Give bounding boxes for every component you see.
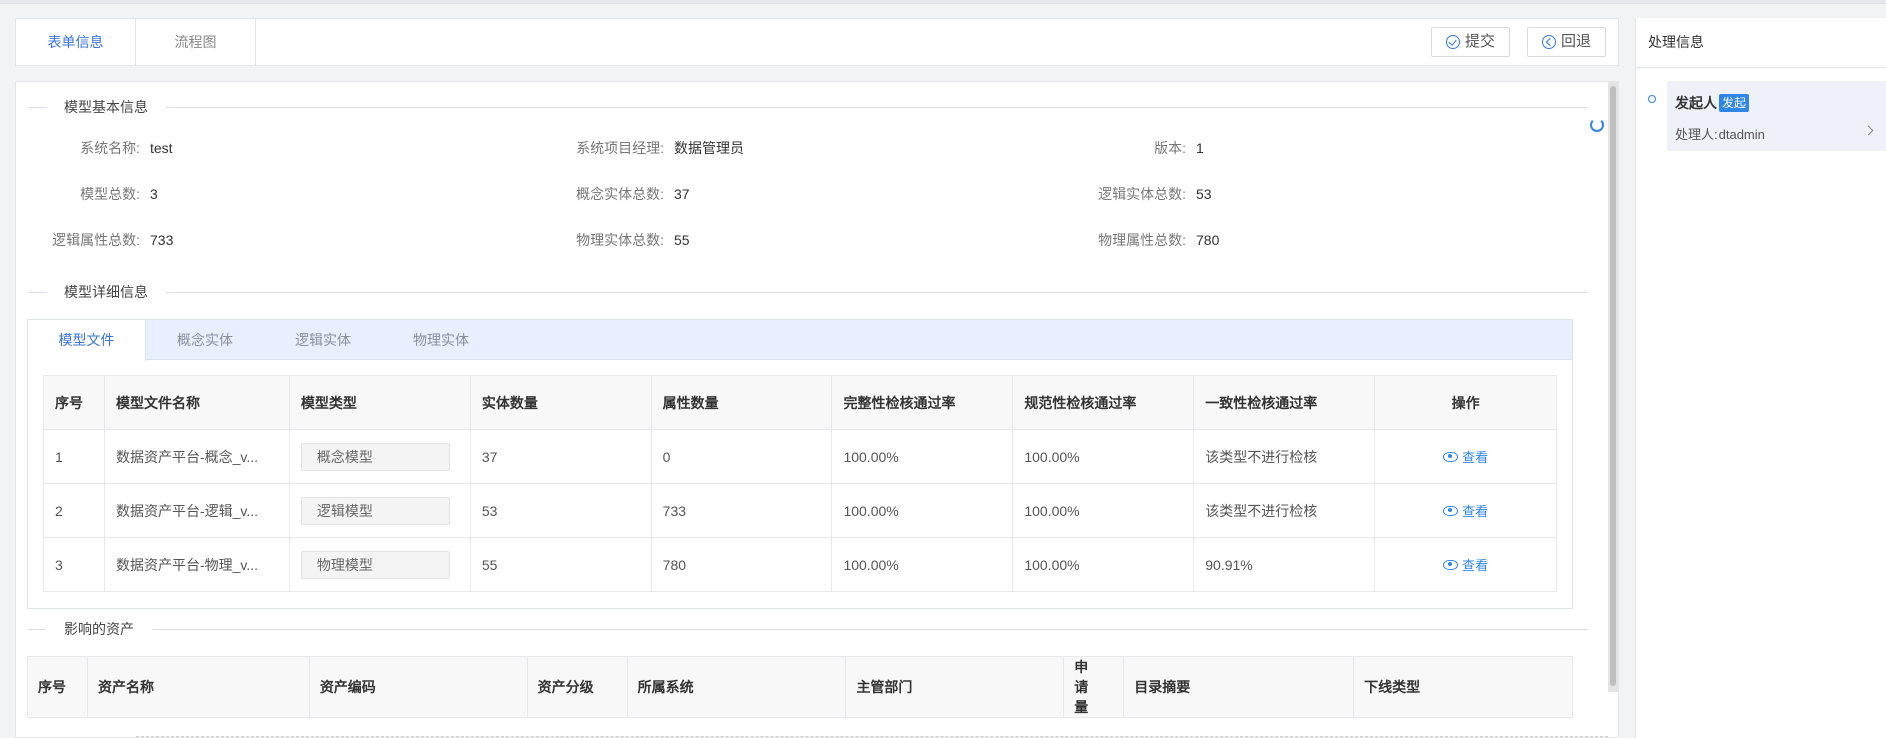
submit-label: 提交: [1465, 33, 1496, 50]
field-phys-attr-total: 物理属性总数: 780: [1098, 232, 1220, 248]
back-label: 回退: [1561, 33, 1592, 50]
section-basic-title: 模型基本信息: [64, 99, 148, 115]
back-button[interactable]: 回退: [1527, 27, 1607, 57]
back-arrow-icon: [1542, 35, 1556, 49]
tab-flowchart[interactable]: 流程图: [136, 19, 256, 65]
refresh-icon[interactable]: [1590, 118, 1604, 132]
eye-icon: [1443, 451, 1459, 462]
vertical-scrollbar[interactable]: [1608, 82, 1618, 692]
view-button[interactable]: 查看: [1443, 555, 1488, 574]
submit-button[interactable]: 提交: [1431, 27, 1511, 57]
col-action: 操作: [1374, 375, 1557, 430]
top-border: [0, 0, 1886, 4]
asset-col-offline-type: 下线类型: [1353, 656, 1573, 718]
table-row: 1 数据资产平台-概念_v... 概念模型 37 0 100.00% 100.0…: [43, 429, 1557, 484]
view-button[interactable]: 查看: [1443, 447, 1488, 466]
node-status-badge: 发起: [1719, 94, 1750, 112]
asset-col-request: 申请量: [1063, 656, 1125, 718]
field-project-manager: 系统项目经理: 数据管理员: [576, 140, 744, 156]
section-basic-info: 模型基本信息: [28, 97, 1588, 117]
subtab-physical-entity[interactable]: 物理实体: [382, 320, 500, 360]
model-file-table: 序号 模型文件名称 模型类型 实体数量 属性数量 完整性检核通过率 规范性检核通…: [43, 375, 1557, 592]
assets-header-row: 序号 资产名称 资产编码 资产分级 所属系统 主管部门 申请量 目录摘要 下线类…: [27, 656, 1573, 718]
node-name: 发起人: [1675, 95, 1717, 111]
section-affected-assets: 影响的资产: [28, 619, 1588, 639]
process-node-card[interactable]: 发起人 发起 处理人:dtadmin: [1667, 81, 1886, 151]
view-button[interactable]: 查看: [1443, 501, 1488, 520]
field-phys-entity-total: 物理实体总数: 55: [576, 232, 690, 248]
affected-assets-table: 序号 资产名称 资产编码 资产分级 所属系统 主管部门 申请量 目录摘要 下线类…: [27, 656, 1573, 718]
table-header-row: 序号 模型文件名称 模型类型 实体数量 属性数量 完整性检核通过率 规范性检核通…: [43, 375, 1557, 430]
table-row: 2 数据资产平台-逻辑_v... 逻辑模型 53 733 100.00% 100…: [43, 483, 1557, 538]
asset-col-catalog: 目录摘要: [1123, 656, 1355, 718]
field-logic-attr-total: 逻辑属性总数: 733: [52, 232, 174, 248]
process-info-panel: 处理信息 发起人 发起 处理人:dtadmin: [1635, 18, 1886, 738]
asset-col-code: 资产编码: [308, 656, 528, 718]
asset-col-no: 序号: [27, 656, 88, 718]
detail-subtabs: 模型文件 概念实体 逻辑实体 物理实体: [28, 320, 1572, 361]
model-type-tag: 物理模型: [300, 550, 450, 579]
col-norm-rate: 规范性检核通过率: [1012, 375, 1195, 430]
subtab-concept-entity[interactable]: 概念实体: [146, 320, 264, 360]
field-system-name: 系统名称: test: [80, 140, 173, 156]
subtab-model-file[interactable]: 模型文件: [28, 320, 146, 361]
model-type-tag: 逻辑模型: [300, 496, 450, 525]
field-version: 版本: 1: [1154, 140, 1204, 156]
section-detail-info: 模型详细信息: [28, 282, 1588, 302]
col-file-name: 模型文件名称: [103, 375, 290, 430]
model-detail-card: 模型文件 概念实体 逻辑实体 物理实体 序号 模型文件名称 模型类型 实体数量 …: [27, 319, 1573, 609]
col-entity-count: 实体数量: [469, 375, 652, 430]
field-model-total: 模型总数: 3: [80, 186, 158, 202]
tab-form-info[interactable]: 表单信息: [16, 19, 136, 65]
col-no: 序号: [43, 375, 105, 430]
node-handler: 处理人:dtadmin: [1675, 127, 1765, 142]
field-logic-entity-total: 逻辑实体总数: 53: [1098, 186, 1212, 202]
section-assets-title: 影响的资产: [64, 621, 134, 637]
process-panel-title: 处理信息: [1636, 18, 1886, 68]
col-consistency-rate: 一致性检核通过率: [1193, 375, 1376, 430]
form-tabs-bar: 表单信息 流程图 提交 回退: [15, 18, 1619, 66]
eye-icon: [1443, 505, 1459, 516]
field-concept-entity-total: 概念实体总数: 37: [576, 186, 690, 202]
chevron-right-icon[interactable]: [1863, 125, 1874, 136]
dashed-divider: [136, 736, 1608, 737]
col-attr-count: 属性数量: [650, 375, 833, 430]
main-panel: 模型基本信息 系统名称: test 系统项目经理: 数据管理员 版本: 1 模型总数:…: [15, 81, 1619, 738]
table-row: 3 数据资产平台-物理_v... 物理模型 55 780 100.00% 100…: [43, 537, 1557, 592]
model-type-tag: 概念模型: [300, 442, 450, 471]
asset-col-department: 主管部门: [845, 656, 1065, 718]
asset-col-name: 资产名称: [86, 656, 310, 718]
asset-col-system: 所属系统: [626, 656, 847, 718]
subtab-logic-entity[interactable]: 逻辑实体: [264, 320, 382, 360]
scrollbar-thumb[interactable]: [1610, 86, 1616, 686]
check-circle-icon: [1446, 35, 1460, 49]
asset-col-level: 资产分级: [526, 656, 628, 718]
timeline-dot-icon: [1648, 95, 1656, 103]
col-model-type: 模型类型: [288, 375, 471, 430]
section-detail-title: 模型详细信息: [64, 284, 148, 300]
eye-icon: [1443, 559, 1459, 570]
col-integrity-rate: 完整性检核通过率: [831, 375, 1014, 430]
